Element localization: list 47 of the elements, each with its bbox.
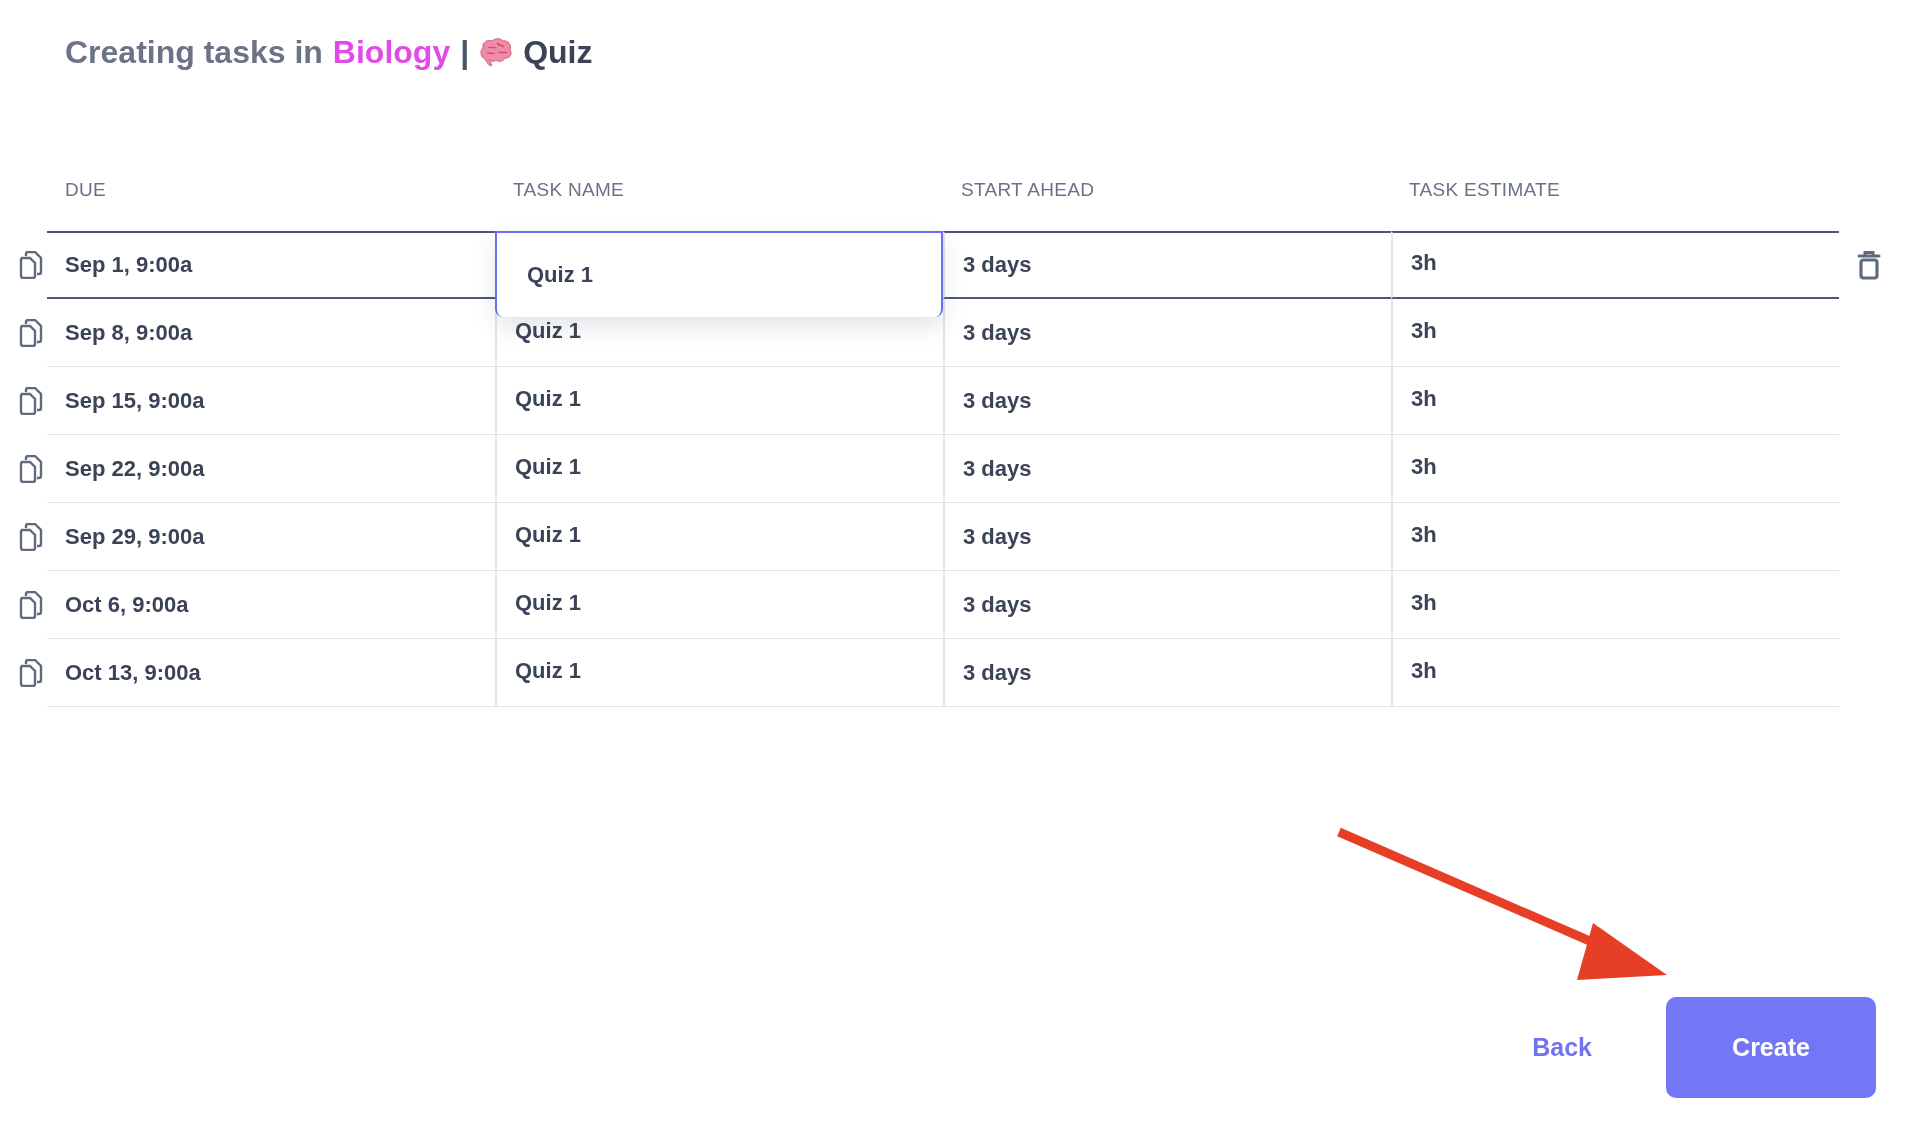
- due-date[interactable]: Sep 15, 9:00a: [65, 387, 205, 414]
- course-name: Biology: [332, 33, 451, 71]
- due-date[interactable]: Oct 6, 9:00a: [65, 591, 189, 618]
- brain-icon: [479, 37, 514, 67]
- task-type: Quiz: [523, 33, 593, 71]
- create-button[interactable]: Create: [1666, 997, 1876, 1098]
- start-ahead[interactable]: 3 days: [963, 523, 1032, 550]
- copy-icon[interactable]: [18, 591, 44, 619]
- due-date[interactable]: Oct 13, 9:00a: [65, 659, 201, 686]
- column-header: TASK ESTIMATE: [1408, 179, 1561, 202]
- task-name[interactable]: Quiz 1: [515, 589, 581, 616]
- task-name[interactable]: Quiz 1: [515, 317, 581, 344]
- task-name[interactable]: Quiz 1: [515, 521, 581, 548]
- task-estimate[interactable]: 3h: [1411, 385, 1437, 412]
- column-header: TASK NAME: [512, 179, 626, 202]
- start-ahead[interactable]: 3 days: [963, 319, 1032, 346]
- copy-icon[interactable]: [18, 319, 44, 347]
- due-date[interactable]: Sep 1, 9:00a: [65, 252, 193, 278]
- title-separator: |: [460, 33, 470, 71]
- copy-icon[interactable]: [18, 523, 44, 551]
- task-estimate[interactable]: 3h: [1411, 317, 1437, 344]
- copy-icon[interactable]: [18, 659, 44, 687]
- due-date[interactable]: Sep 29, 9:00a: [65, 523, 205, 550]
- task-name[interactable]: Quiz 1: [515, 453, 581, 480]
- task-estimate[interactable]: 3h: [1411, 453, 1437, 480]
- column-header: START AHEAD: [960, 179, 1096, 202]
- task-estimate[interactable]: 3h: [1411, 589, 1437, 616]
- task-name[interactable]: Quiz 1: [515, 385, 581, 412]
- task-name-field[interactable]: Quiz 1: [495, 231, 943, 317]
- copy-icon[interactable]: [18, 387, 44, 415]
- start-ahead[interactable]: 3 days: [963, 455, 1032, 482]
- due-date[interactable]: Sep 8, 9:00a: [65, 319, 193, 346]
- task-estimate[interactable]: 3h: [1411, 250, 1437, 276]
- copy-icon[interactable]: [18, 455, 44, 483]
- start-ahead[interactable]: 3 days: [963, 659, 1032, 686]
- start-ahead[interactable]: 3 days: [963, 591, 1032, 618]
- trash-icon[interactable]: [1857, 250, 1881, 280]
- title-text: Creating tasks in: [65, 33, 323, 71]
- task-estimate[interactable]: 3h: [1411, 657, 1437, 684]
- copy-icon[interactable]: [18, 251, 44, 279]
- back-button[interactable]: Back: [1512, 1023, 1612, 1072]
- due-date[interactable]: Sep 22, 9:00a: [65, 455, 205, 482]
- start-ahead[interactable]: 3 days: [963, 387, 1032, 414]
- start-ahead[interactable]: 3 days: [963, 252, 1032, 278]
- task-name[interactable]: Quiz 1: [515, 657, 581, 684]
- task-estimate[interactable]: 3h: [1411, 521, 1437, 548]
- column-header: DUE: [64, 179, 107, 202]
